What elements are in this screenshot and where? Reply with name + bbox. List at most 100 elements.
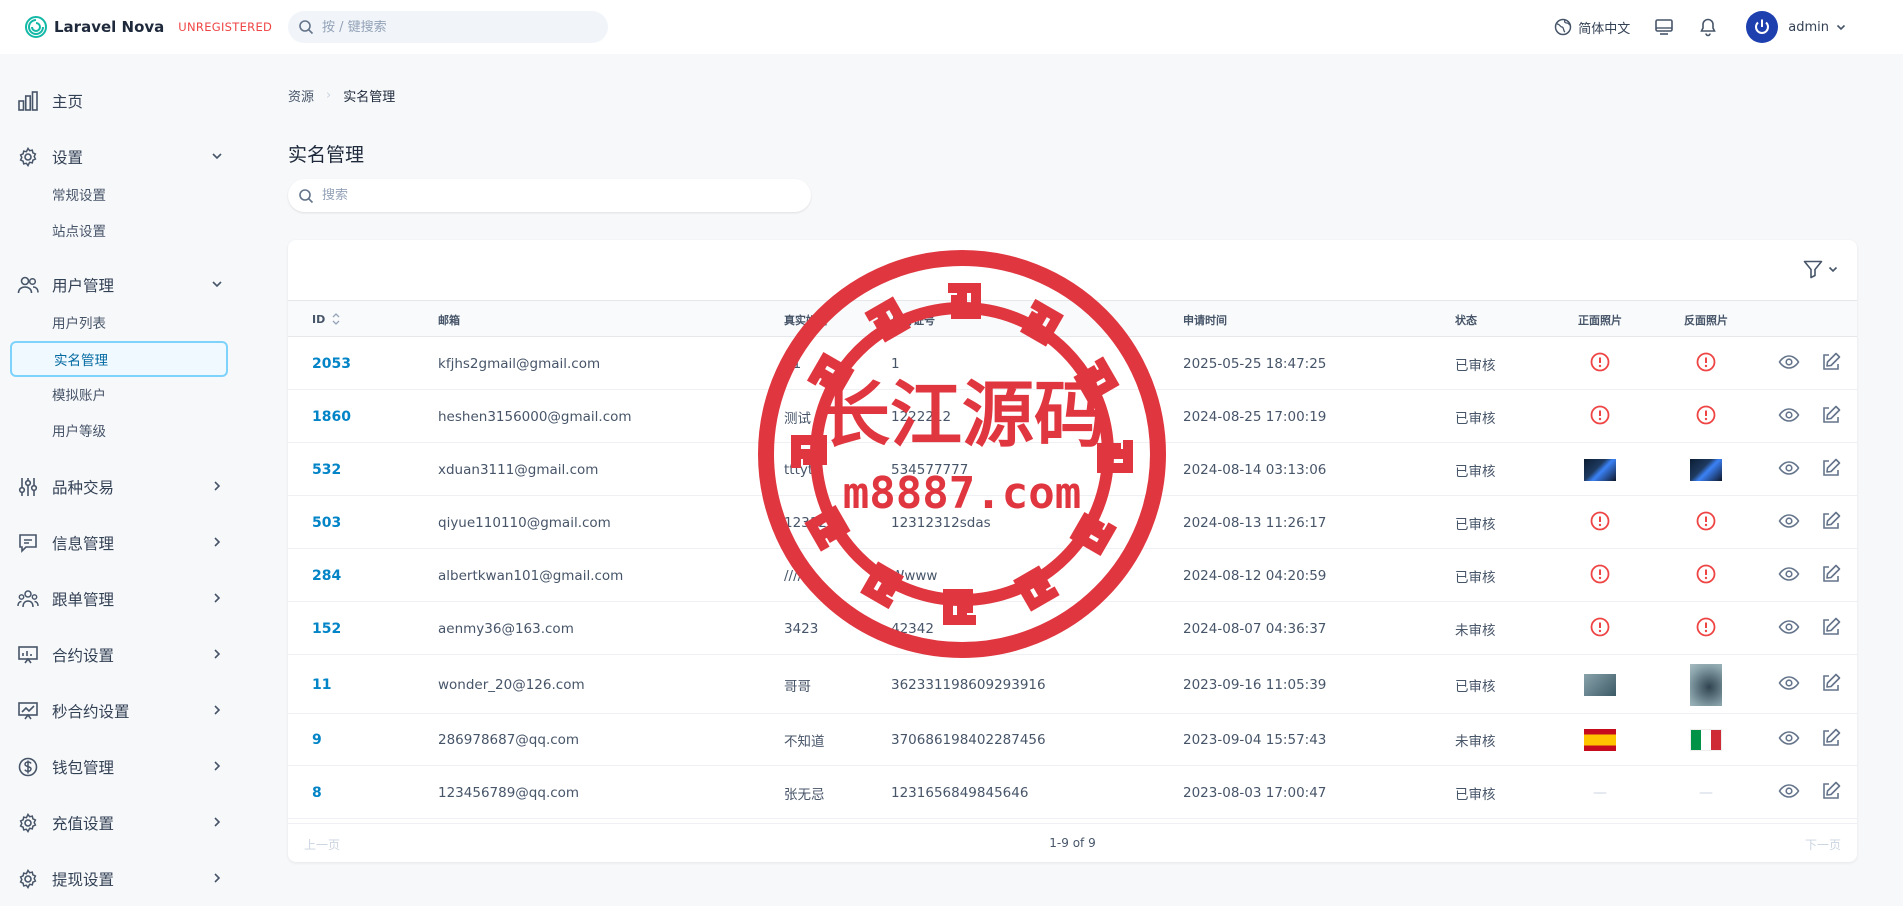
breadcrumb-resources-link[interactable]: 资源 (288, 86, 314, 105)
table-row[interactable]: 11 wonder_20@126.com 哥哥 362331198609293916 2… (288, 655, 1857, 714)
sidebar-sub-demo-accounts[interactable]: 模拟账户 (10, 378, 228, 410)
missing-image-icon[interactable] (1695, 404, 1717, 430)
edit-button[interactable] (1820, 780, 1842, 806)
sidebar-item-settings[interactable]: 设置 (16, 142, 230, 172)
edit-button[interactable] (1820, 457, 1842, 483)
sidebar-item-messages[interactable]: 信息管理 (16, 528, 230, 558)
column-id-sort[interactable]: ID (312, 312, 341, 326)
edit-button[interactable] (1820, 727, 1842, 753)
eye-icon (1778, 513, 1800, 528)
row-id-link[interactable]: 1860 (312, 409, 351, 425)
row-applied-at: 2024-08-07 04:36:37 (1183, 620, 1327, 637)
table-row[interactable]: 152 aenmy36@163.com 3423 42342 2024-08-07 04… (288, 602, 1857, 655)
top-bar: Laravel Nova UNREGISTERED 简体中文 admin (0, 0, 1903, 54)
user-menu[interactable]: admin (1746, 11, 1847, 43)
row-id-link[interactable]: 11 (312, 677, 331, 693)
sidebar-sub-user-list[interactable]: 用户列表 (10, 306, 228, 338)
missing-image-icon[interactable] (1695, 351, 1717, 377)
global-search-input[interactable] (322, 19, 582, 35)
sidebar-sub-user-levels[interactable]: 用户等级 (10, 414, 228, 446)
monitor-button[interactable] (1654, 17, 1674, 37)
sidebar-item-second-contract[interactable]: 秒合约设置 (16, 696, 230, 726)
brand-logo[interactable]: Laravel Nova UNREGISTERED (24, 15, 288, 39)
view-button[interactable] (1778, 404, 1800, 430)
edit-button[interactable] (1820, 510, 1842, 536)
row-real-name: 张无忌 (784, 786, 825, 803)
table-row[interactable]: 2053 kfjhs2gmail@gmail.com 11 1 2025-05-25 1… (288, 337, 1857, 390)
id-photo-thumbnail[interactable] (1584, 673, 1616, 696)
missing-image-icon[interactable] (1695, 563, 1717, 589)
missing-image-icon[interactable] (1589, 616, 1611, 642)
chevron-right-icon (214, 593, 221, 603)
sidebar-item-trading[interactable]: 品种交易 (16, 472, 230, 502)
edit-button[interactable] (1820, 351, 1842, 377)
row-actions (1778, 616, 1842, 642)
id-photo-thumbnail[interactable] (1584, 458, 1616, 481)
row-actions (1778, 563, 1842, 589)
missing-image-icon[interactable] (1589, 351, 1611, 377)
edit-button[interactable] (1820, 563, 1842, 589)
row-id-link[interactable]: 2053 (312, 356, 351, 372)
edit-button[interactable] (1820, 616, 1842, 642)
table-row[interactable]: 284 albertkwan101@gmail.com //// Wwww 2024-0… (288, 549, 1857, 602)
view-button[interactable] (1778, 616, 1800, 642)
sidebar-sub-real-name[interactable]: 实名管理 (10, 341, 228, 377)
chevron-down-icon (1828, 266, 1838, 273)
view-button[interactable] (1778, 727, 1800, 753)
sidebar-item-copy-trading[interactable]: 跟单管理 (16, 584, 230, 614)
global-search[interactable] (288, 11, 608, 43)
table-row[interactable]: 9 286978687@qq.com 不知道 370686198402287456 20… (288, 714, 1857, 766)
table-row[interactable]: 503 qiyue110110@gmail.com 12312 12312312sda… (288, 496, 1857, 549)
notifications-button[interactable] (1698, 17, 1718, 37)
edit-button[interactable] (1820, 672, 1842, 698)
view-button[interactable] (1778, 351, 1800, 377)
row-id-link[interactable]: 532 (312, 462, 341, 478)
gear-icon (19, 869, 37, 889)
row-id-link[interactable]: 503 (312, 515, 341, 531)
view-button[interactable] (1778, 780, 1800, 806)
italy-flag-thumbnail[interactable] (1690, 729, 1722, 751)
table-row[interactable]: 8 123456789@qq.com 张无忌 1231656849845646 2023… (288, 766, 1857, 819)
id-photo-thumbnail[interactable] (1690, 663, 1722, 706)
row-id-link[interactable]: 284 (312, 568, 341, 584)
table-row[interactable]: 532 xduan3111@gmail.com tttyt 534577777 2024… (288, 443, 1857, 496)
chevron-right-icon (214, 537, 221, 547)
view-button[interactable] (1778, 510, 1800, 536)
view-button[interactable] (1778, 672, 1800, 698)
sidebar-item-contract-settings[interactable]: 合约设置 (16, 640, 230, 670)
id-photo-thumbnail[interactable] (1690, 458, 1722, 481)
missing-image-icon[interactable] (1695, 616, 1717, 642)
chevron-right-icon (214, 873, 221, 883)
sidebar-item-deposit-settings[interactable]: 充值设置 (16, 808, 230, 838)
pagination-next-button[interactable]: 下一页 (1805, 836, 1841, 853)
sidebar-item-label: 信息管理 (52, 535, 115, 553)
missing-image-icon[interactable] (1695, 510, 1717, 536)
trend-chart-icon (18, 702, 38, 720)
users-icon (17, 276, 39, 294)
sidebar-item-wallet[interactable]: 钱包管理 (16, 752, 230, 782)
row-id-link[interactable]: 8 (312, 785, 322, 801)
sidebar-item-users[interactable]: 用户管理 (16, 270, 230, 300)
resource-search-input[interactable] (322, 188, 782, 203)
table-row[interactable]: 1860 heshen3156000@gmail.com 测试 1222212 2024… (288, 390, 1857, 443)
language-switcher[interactable]: 简体中文 (1554, 18, 1630, 37)
spain-flag-thumbnail[interactable] (1584, 729, 1616, 751)
missing-image-icon[interactable] (1589, 510, 1611, 536)
row-actions (1778, 727, 1842, 753)
row-status: 已审核 (1455, 786, 1496, 803)
missing-image-icon[interactable] (1589, 404, 1611, 430)
row-id-link[interactable]: 9 (312, 732, 322, 748)
row-id-link[interactable]: 152 (312, 621, 341, 637)
view-button[interactable] (1778, 563, 1800, 589)
view-button[interactable] (1778, 457, 1800, 483)
brand-name: Laravel Nova (54, 18, 165, 36)
edit-button[interactable] (1820, 404, 1842, 430)
sidebar-item-home[interactable]: 主页 (16, 86, 230, 116)
missing-image-icon[interactable] (1589, 563, 1611, 589)
filter-button[interactable] (1802, 258, 1839, 280)
row-id-number: 1231656849845646 (891, 784, 1029, 801)
sidebar-sub-site-settings[interactable]: 站点设置 (10, 214, 228, 246)
resource-search[interactable] (288, 179, 811, 212)
sidebar-item-withdraw-settings[interactable]: 提现设置 (16, 864, 230, 894)
sidebar-sub-general-settings[interactable]: 常规设置 (10, 178, 228, 210)
